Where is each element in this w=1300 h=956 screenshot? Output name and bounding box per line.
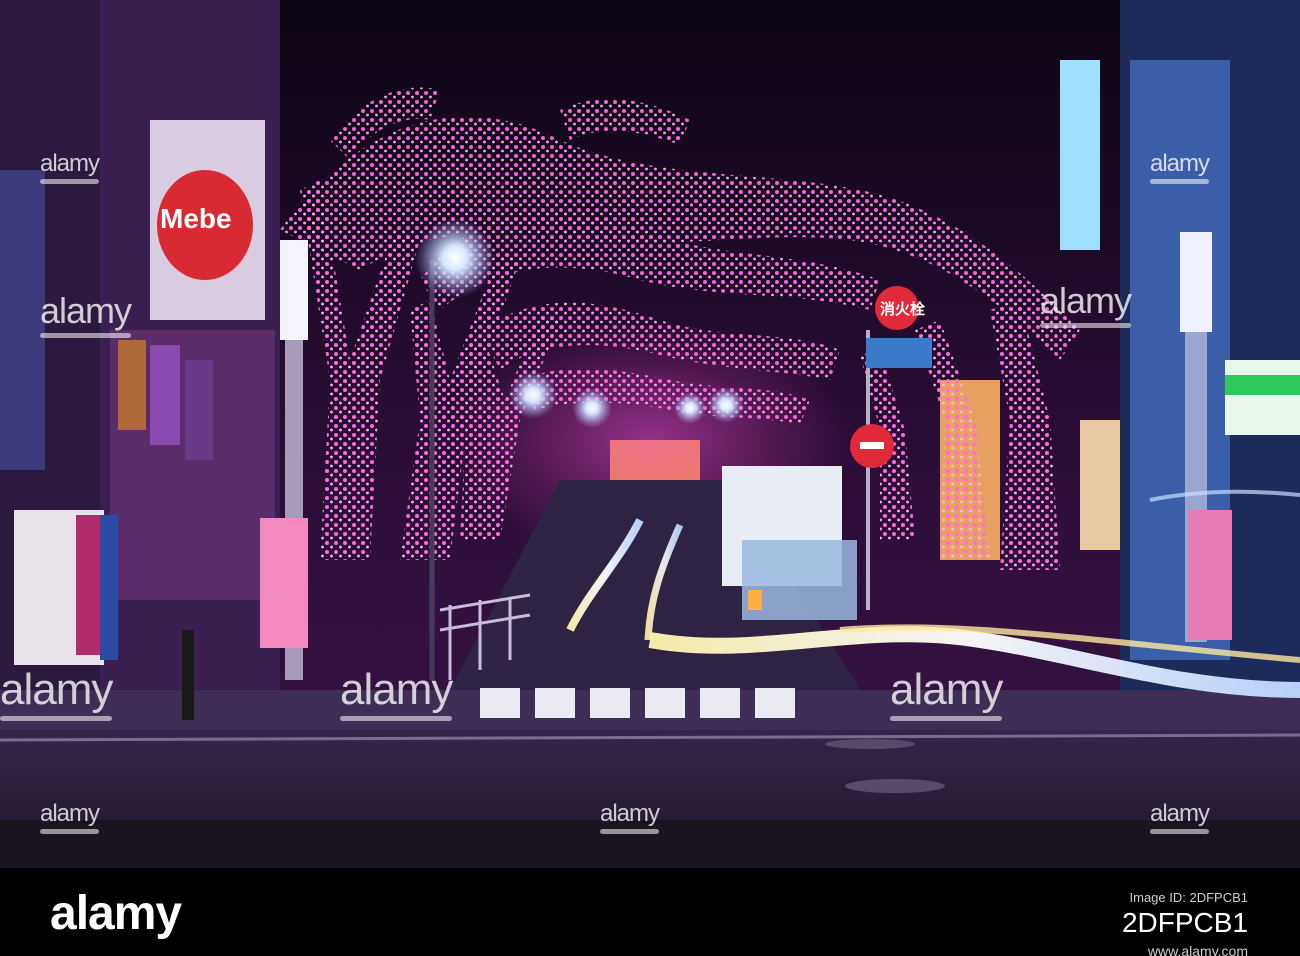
watermark-bottom-right: alamy — [1150, 800, 1210, 834]
street-night-photo: Mebe 消火栓 — [0, 0, 1300, 868]
image-id-inline: 2DFPCB1 — [1189, 890, 1248, 905]
watermark-left: alamy — [0, 665, 113, 721]
alamy-logo[interactable]: alamy — [50, 886, 182, 941]
image-caption: Image ID: 2DFPCB1 2DFPCB1 www.alamy.com — [1122, 890, 1248, 956]
store-sign: Mebe — [160, 203, 232, 234]
watermark-small-left: alamy — [40, 150, 100, 184]
image-id-label: Image ID: 2DFPCB1 — [1122, 890, 1249, 905]
watermark-small-right: alamy — [1150, 150, 1210, 184]
image-id-label-text: Image ID: — [1129, 890, 1190, 905]
watermark-bottom-left: alamy — [40, 800, 100, 834]
watermark-bottom-center: alamy — [600, 800, 660, 834]
watermark-top-left: alamy — [40, 290, 132, 338]
footer-bar: alamy Image ID: 2DFPCB1 2DFPCB1 www.alam… — [0, 868, 1300, 956]
photo-frame: Mebe 消火栓 alamy alamy alamy alamy alamy a… — [0, 0, 1300, 956]
watermark-top-right: alamy — [1040, 280, 1132, 328]
hydrant-sign: 消火栓 — [880, 300, 925, 318]
alamy-link[interactable]: www.alamy.com — [1122, 943, 1248, 956]
image-id: 2DFPCB1 — [1121, 907, 1248, 938]
watermark-center-right: alamy — [890, 665, 1003, 721]
watermark-center-left: alamy — [340, 665, 453, 721]
